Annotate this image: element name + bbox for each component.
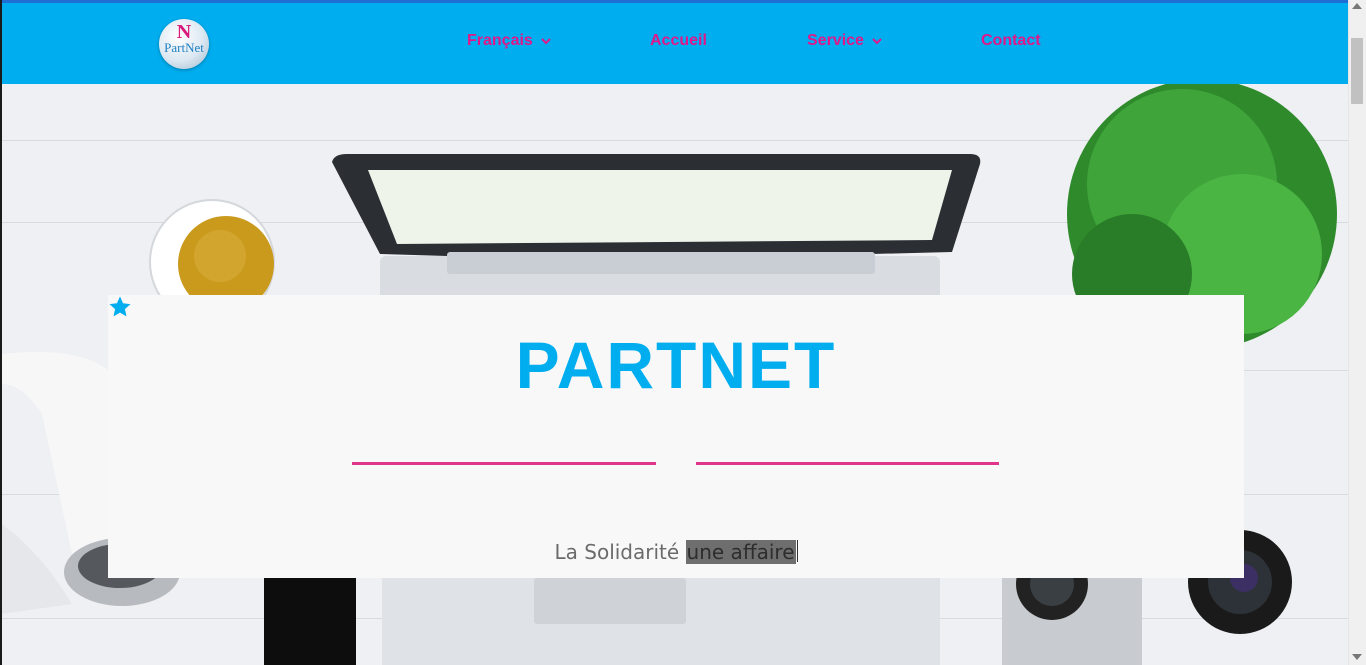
tagline-selected-text: une affaire (685, 540, 796, 564)
phone-illustration (264, 578, 356, 665)
divider-line-right (696, 462, 999, 465)
hero-tagline: La Solidarité une affaire (108, 536, 1244, 568)
window-left-border (0, 0, 2, 665)
scrollbar-thumb[interactable] (1351, 38, 1363, 104)
browser-viewport: N PartNet Français Accueil Service Conta… (0, 0, 1366, 665)
chevron-down-icon (541, 38, 551, 45)
logo-mark: N (176, 21, 192, 43)
chevron-down-icon (872, 38, 882, 45)
nav-item-accueil[interactable]: Accueil (650, 30, 707, 52)
text-caret (796, 540, 798, 562)
site-logo[interactable]: N PartNet (159, 19, 209, 69)
nav-label-accueil: Accueil (650, 32, 707, 49)
scroll-down-arrow-icon[interactable] (1352, 654, 1362, 660)
logo-text: PartNet (164, 40, 204, 55)
nav-label-service: Service (807, 32, 864, 49)
site-header: N PartNet Français Accueil Service Conta… (2, 3, 1348, 84)
star-icon (109, 296, 131, 317)
hero-section: PARTNET La Solidarité une affaire (2, 84, 1348, 665)
nav-item-contact[interactable]: Contact (981, 30, 1041, 52)
nav-item-service[interactable]: Service (807, 30, 883, 52)
divider-line-left (352, 462, 656, 465)
nav-item-language[interactable]: Français (467, 30, 552, 52)
hero-card: PARTNET La Solidarité une affaire (108, 295, 1244, 578)
nav-label-language: Français (467, 32, 533, 49)
hero-title: PARTNET (515, 328, 837, 402)
scroll-up-arrow-icon[interactable] (1352, 3, 1362, 9)
nav-label-contact: Contact (981, 32, 1041, 49)
tagline-text: La Solidarité (554, 540, 686, 564)
